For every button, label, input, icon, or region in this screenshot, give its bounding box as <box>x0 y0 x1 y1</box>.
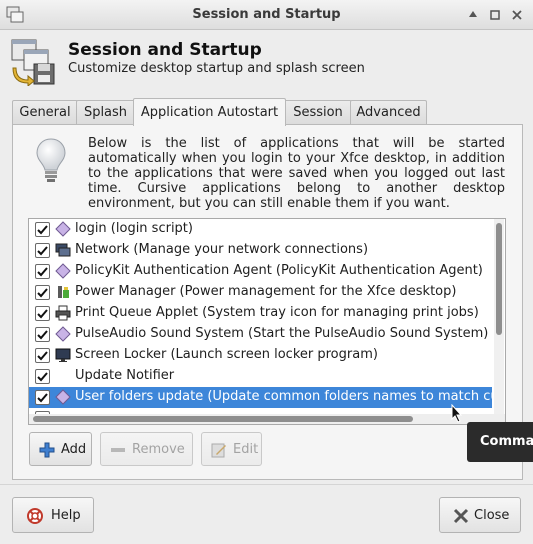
list-item[interactable]: PulseAudio Sound System (Start the Pulse… <box>29 324 492 345</box>
close-icon[interactable] <box>510 8 524 22</box>
list-item[interactable]: Print Queue Applet (System tray icon for… <box>29 303 492 324</box>
list-item-label: Screen Locker (Launch screen locker prog… <box>75 347 378 362</box>
enable-checkbox[interactable] <box>35 222 50 237</box>
screen-icon <box>55 348 71 362</box>
close-button[interactable]: Close <box>439 497 521 533</box>
diamond-icon <box>55 326 71 342</box>
list-item[interactable]: Network (Manage your network connections… <box>29 240 492 261</box>
list-item-selected[interactable]: User folders update (Update common folde… <box>29 387 499 408</box>
tab-advanced[interactable]: Advanced <box>350 100 427 124</box>
edit-button-label: Edit <box>233 442 259 457</box>
horizontal-scroll-thumb[interactable] <box>33 416 413 422</box>
enable-checkbox[interactable] <box>35 264 50 279</box>
tab-application-autostart[interactable]: Application Autostart <box>133 98 286 126</box>
lightbulb-icon <box>36 138 66 182</box>
help-lifebuoy-icon <box>27 508 43 524</box>
list-item-label: login (login script) <box>75 221 193 236</box>
list-item-label: PolicyKit Authentication Agent (PolicyKi… <box>75 263 483 278</box>
enable-checkbox[interactable] <box>35 243 50 258</box>
add-button-label: Add <box>61 442 87 457</box>
tooltip-text: Comma <box>480 434 533 449</box>
network-icon <box>55 243 71 257</box>
enable-checkbox[interactable] <box>35 306 50 321</box>
help-button[interactable]: Help <box>12 497 94 533</box>
mouse-cursor-icon <box>451 404 463 423</box>
tab-session[interactable]: Session <box>284 100 352 124</box>
close-x-icon <box>453 508 469 524</box>
header-subtitle: Customize desktop startup and splash scr… <box>68 61 365 76</box>
enable-checkbox[interactable] <box>35 390 50 405</box>
list-item-label: Print Queue Applet (System tray icon for… <box>75 305 479 320</box>
horizontal-scrollbar[interactable] <box>29 414 505 424</box>
edit-icon <box>211 443 226 458</box>
close-button-label: Close <box>474 508 510 523</box>
vertical-scrollbar[interactable] <box>494 219 504 415</box>
list-item-label: Update Notifier <box>75 368 175 383</box>
help-button-label: Help <box>51 508 81 523</box>
minus-icon <box>111 448 125 452</box>
list-item[interactable]: Screen Locker (Launch screen locker prog… <box>29 345 492 366</box>
window-title: Session and Startup <box>192 7 341 22</box>
list-item-label: User folders update (Update common folde… <box>75 389 499 404</box>
list-item[interactable]: PolicyKit Authentication Agent (PolicyKi… <box>29 261 492 282</box>
list-item[interactable]: Update Notifier <box>29 366 492 387</box>
diamond-icon <box>55 263 71 279</box>
tab-general[interactable]: General <box>12 100 78 124</box>
maximize-icon[interactable] <box>488 8 502 22</box>
list-item-label: PulseAudio Sound System (Start the Pulse… <box>75 326 489 341</box>
dialog-header: Session and Startup Customize desktop st… <box>10 36 523 92</box>
list-item-label: Power Manager (Power management for the … <box>75 284 457 299</box>
plus-icon <box>39 442 55 458</box>
add-button[interactable]: Add <box>29 432 92 466</box>
diamond-icon <box>55 389 71 405</box>
list-item[interactable]: login (login script) <box>29 219 492 240</box>
enable-checkbox[interactable] <box>35 348 50 363</box>
power-icon <box>58 286 69 298</box>
header-title: Session and Startup <box>68 40 262 60</box>
list-item[interactable]: Power Manager (Power management for the … <box>29 282 492 303</box>
title-bar: Session and Startup <box>0 0 533 30</box>
edit-button[interactable]: Edit <box>201 432 262 466</box>
autostart-list[interactable]: login (login script) Network (Manage you… <box>28 218 506 425</box>
remove-button-label: Remove <box>132 442 185 457</box>
session-startup-icon <box>11 39 55 86</box>
enable-checkbox[interactable] <box>35 285 50 300</box>
tab-splash[interactable]: Splash <box>76 100 135 124</box>
autostart-description: Below is the list of applications that w… <box>88 136 505 211</box>
printer-icon <box>55 305 71 321</box>
list-item-label: Network (Manage your network connections… <box>75 242 369 257</box>
footer-separator <box>0 484 533 485</box>
enable-checkbox[interactable] <box>35 369 50 384</box>
enable-checkbox[interactable] <box>35 327 50 342</box>
tooltip: Comma <box>467 422 533 462</box>
vertical-scroll-thumb[interactable] <box>496 223 502 335</box>
diamond-icon <box>55 221 71 237</box>
remove-button[interactable]: Remove <box>100 432 193 466</box>
up-icon[interactable] <box>466 8 480 22</box>
